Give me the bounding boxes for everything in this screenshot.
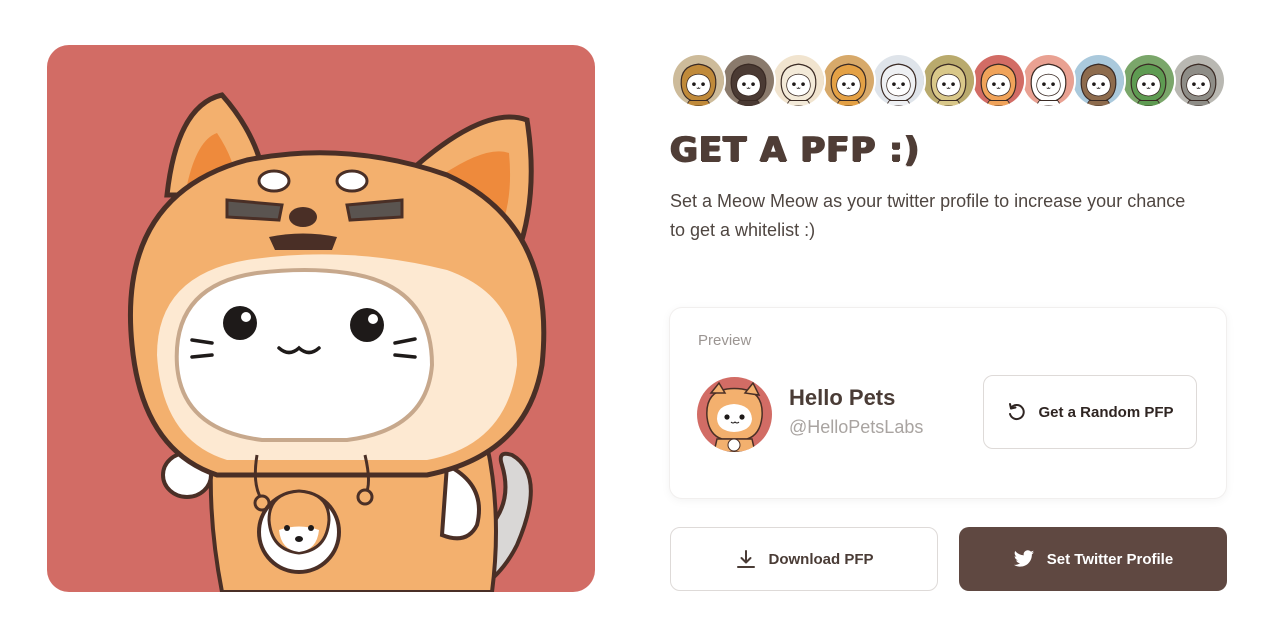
preview-handle: @HelloPetsLabs bbox=[789, 417, 924, 437]
download-pfp-button[interactable]: Download PFP bbox=[670, 527, 938, 591]
shiba-cat-avatar[interactable] bbox=[971, 53, 1026, 108]
bearded-cat-avatar[interactable] bbox=[721, 53, 776, 108]
preview-avatar bbox=[697, 377, 772, 452]
download-pfp-label: Download PFP bbox=[768, 550, 874, 568]
twitter-bird-icon bbox=[1013, 548, 1035, 570]
shiba-hoodie-cat-illustration bbox=[47, 45, 595, 592]
random-pfp-button[interactable]: Get a Random PFP bbox=[983, 375, 1197, 449]
bearded-cat-avatar-icon bbox=[723, 55, 774, 106]
chef-cat-avatar[interactable] bbox=[1021, 53, 1076, 108]
king-cat-avatar[interactable] bbox=[671, 53, 726, 108]
pilot-cat-avatar-icon bbox=[1073, 55, 1124, 106]
lion-cat-avatar[interactable] bbox=[821, 53, 876, 108]
pilot-cat-avatar[interactable] bbox=[1071, 53, 1126, 108]
angel-cat-avatar-icon bbox=[873, 55, 924, 106]
angel-cat-avatar[interactable] bbox=[871, 53, 926, 108]
random-pfp-label: Get a Random PFP bbox=[1038, 403, 1174, 421]
page-description: Set a Meow Meow as your twitter profile … bbox=[670, 191, 1186, 240]
page-title: GET A PFP :) bbox=[670, 130, 921, 170]
refresh-icon bbox=[1006, 402, 1026, 422]
crown-cat-avatar-icon bbox=[923, 55, 974, 106]
totoro-cat-avatar[interactable] bbox=[1171, 53, 1226, 108]
chef-cat-avatar-icon bbox=[1023, 55, 1074, 106]
avatar-strip bbox=[671, 53, 1226, 109]
set-twitter-profile-button[interactable]: Set Twitter Profile bbox=[959, 527, 1227, 591]
preview-name: Hello Pets bbox=[789, 385, 896, 410]
shiba-cat-avatar-icon bbox=[973, 55, 1024, 106]
frog-cat-avatar[interactable] bbox=[1121, 53, 1176, 108]
sheep-cat-avatar[interactable] bbox=[771, 53, 826, 108]
frog-cat-avatar-icon bbox=[1123, 55, 1174, 106]
preview-label: Preview bbox=[698, 332, 752, 349]
preview-card: Preview Hello Pets @HelloPetsLabs Get a … bbox=[670, 308, 1226, 498]
shiba-cat-avatar-icon bbox=[697, 377, 772, 452]
set-twitter-profile-label: Set Twitter Profile bbox=[1046, 550, 1174, 568]
lion-cat-avatar-icon bbox=[823, 55, 874, 106]
sheep-cat-avatar-icon bbox=[773, 55, 824, 106]
download-icon bbox=[735, 548, 757, 570]
totoro-cat-avatar-icon bbox=[1173, 55, 1224, 106]
pfp-artwork bbox=[47, 45, 595, 592]
crown-cat-avatar[interactable] bbox=[921, 53, 976, 108]
king-cat-avatar-icon bbox=[673, 55, 724, 106]
